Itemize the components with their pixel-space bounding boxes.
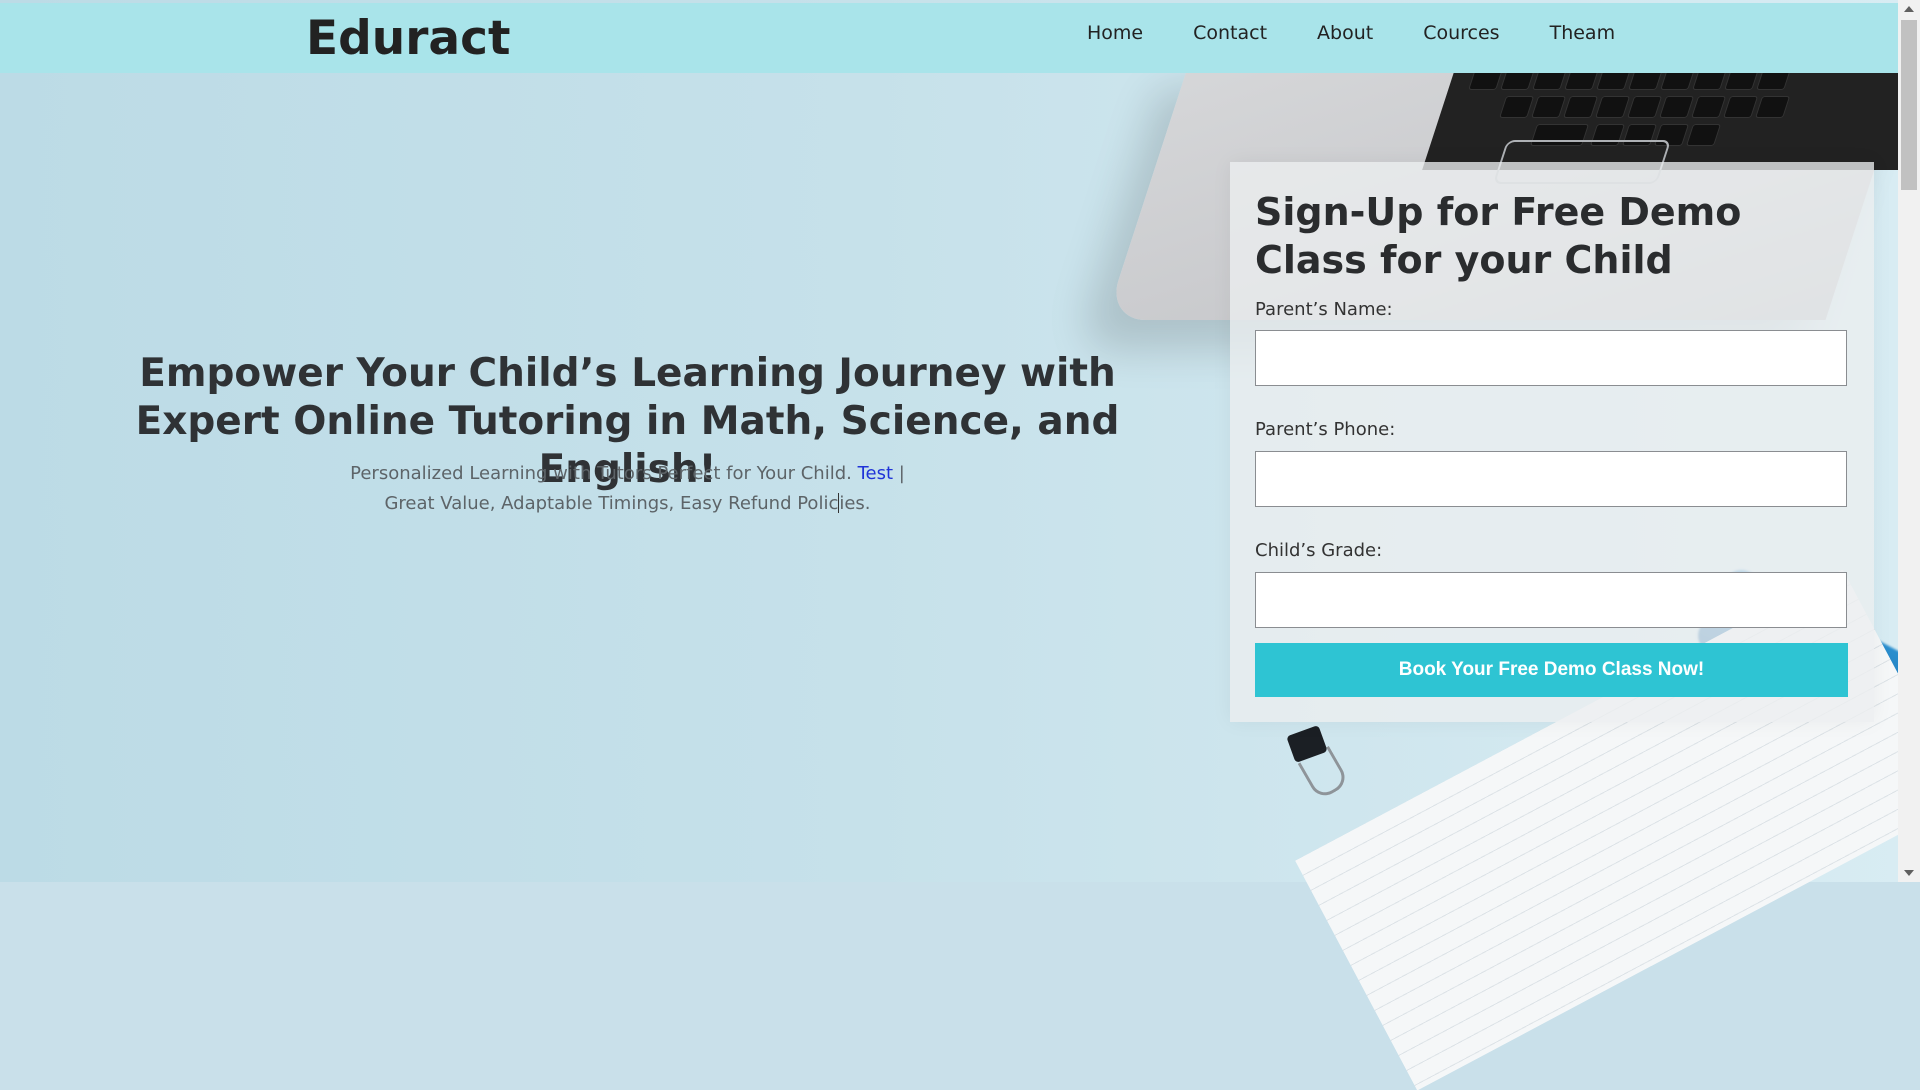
- triangle-down-icon[interactable]: [1904, 870, 1914, 876]
- hero-subtitle-separator: |: [898, 463, 905, 484]
- parent-phone-input[interactable]: [1255, 451, 1847, 507]
- brand-logo[interactable]: Eduract: [306, 11, 510, 66]
- child-grade-label: Child’s Grade:: [1255, 540, 1383, 561]
- nav-contact[interactable]: Contact: [1193, 22, 1267, 44]
- hero-subtitle-line2b: ies.: [839, 493, 871, 514]
- triangle-up-icon[interactable]: [1904, 6, 1914, 12]
- parent-name-label: Parent’s Name:: [1255, 299, 1393, 320]
- hero-subtitle: Personalized Learning with Tutors Perfec…: [250, 459, 1005, 519]
- nav-courses[interactable]: Cources: [1423, 22, 1499, 44]
- parent-phone-label: Parent’s Phone:: [1255, 419, 1396, 440]
- nav-about[interactable]: About: [1317, 22, 1373, 44]
- child-grade-input[interactable]: [1255, 572, 1847, 628]
- main-nav: Home Contact About Cources Theam: [1087, 22, 1665, 44]
- test-link[interactable]: Test: [858, 463, 893, 484]
- hero-subtitle-line1: Personalized Learning with Tutors Perfec…: [350, 463, 852, 484]
- nav-theam[interactable]: Theam: [1550, 22, 1616, 44]
- demo-signup-form: Sign-Up for Free Demo Class for your Chi…: [1230, 162, 1874, 722]
- parent-name-input[interactable]: [1255, 330, 1847, 386]
- hero-subtitle-line2a: Great Value, Adaptable Timings, Easy Ref…: [384, 493, 839, 514]
- scrollbar-thumb[interactable]: [1901, 20, 1917, 190]
- book-demo-button[interactable]: Book Your Free Demo Class Now!: [1255, 643, 1848, 697]
- site-header: Eduract Home Contact About Cources Theam: [0, 3, 1898, 73]
- keyboard-image: [1422, 60, 1920, 170]
- page-scrollbar[interactable]: [1898, 0, 1920, 882]
- nav-home[interactable]: Home: [1087, 22, 1143, 44]
- form-title: Sign-Up for Free Demo Class for your Chi…: [1255, 190, 1742, 282]
